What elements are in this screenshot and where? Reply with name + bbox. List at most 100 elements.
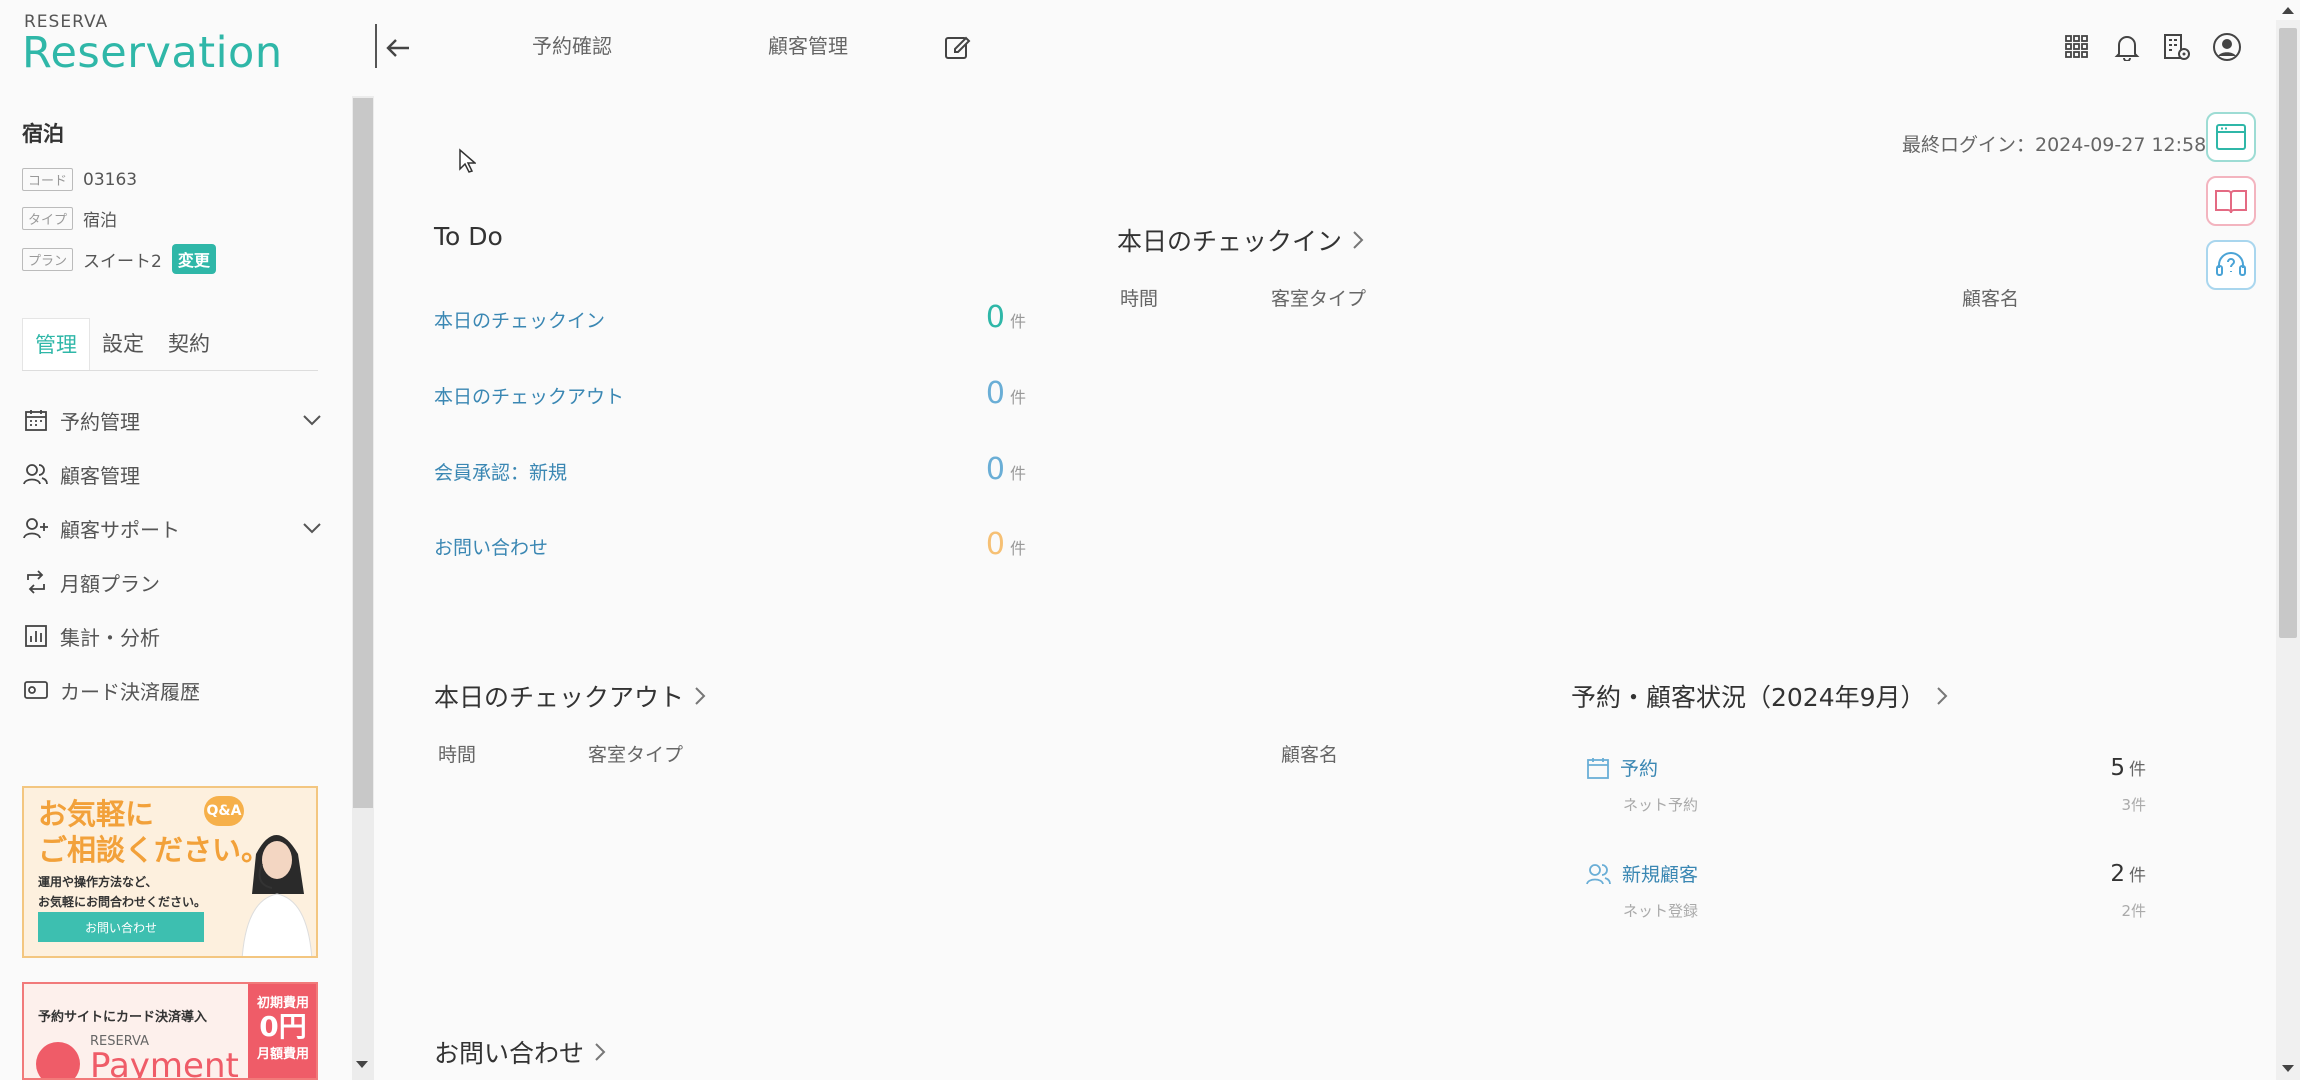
status-row-reservations[interactable]: 予約 5 件: [1586, 754, 2146, 781]
nav-customer-manage[interactable]: 顧客管理: [768, 30, 848, 59]
edit-icon: [945, 36, 971, 59]
sidebar-item-customer-support[interactable]: 顧客サポート: [22, 508, 322, 548]
status-label: 新規顧客: [1622, 864, 1699, 886]
bar-chart-icon: [22, 622, 50, 650]
checkin-col-customer-name: 顧客名: [1962, 288, 2020, 310]
notification-button[interactable]: [2110, 30, 2144, 64]
sidebar-item-reservation[interactable]: 予約管理: [22, 400, 322, 440]
status-sub-value: 3件: [2121, 796, 2146, 814]
sidebar-item-analytics[interactable]: 集計・分析: [22, 616, 322, 656]
facility-type-title: 宿泊: [22, 122, 64, 146]
status-value: 2: [2110, 860, 2125, 887]
grid-icon: [2065, 35, 2088, 58]
status-sub-label: ネット登録: [1623, 902, 1699, 920]
payment-banner[interactable]: 予約サイトにカード決済導入 RESERVA Payment 初期費用 0円 月額…: [22, 982, 318, 1080]
status-label: 予約: [1620, 758, 1659, 780]
edit-button[interactable]: [940, 30, 974, 64]
triangle-down-icon: [356, 1061, 368, 1068]
sidebar-scroll-down-button[interactable]: [354, 1058, 370, 1070]
checkout-col-customer-name: 顧客名: [1281, 744, 1339, 766]
checkout-section-link[interactable]: 本日のチェックアウト: [434, 678, 706, 714]
banner-contact-button[interactable]: お問い合わせ: [38, 912, 204, 942]
page-scroll-up-button[interactable]: [2280, 4, 2296, 16]
collapse-sidebar-button[interactable]: [380, 30, 416, 66]
page-scroll-down-button[interactable]: [2280, 1062, 2296, 1074]
todo-unit: 件: [1009, 539, 1026, 558]
tab-settings[interactable]: 設定: [90, 318, 156, 370]
card-icon: [22, 676, 50, 704]
todo-count: 0: [985, 300, 1005, 335]
tab-manage[interactable]: 管理: [22, 318, 90, 370]
brand-logo[interactable]: Reservation: [22, 28, 283, 78]
chevron-right-icon: [1353, 231, 1364, 249]
inquiry-section-title: お問い合わせ: [434, 1039, 585, 1068]
sidebar-item-customers[interactable]: 顧客管理: [22, 454, 322, 494]
apps-button[interactable]: [2060, 30, 2094, 64]
browser-window-icon: [2216, 124, 2246, 150]
initial-cost-value: 0円: [259, 1010, 307, 1043]
sidebar-item-label: カード決済履歴: [60, 679, 200, 704]
todo-title: To Do: [434, 222, 503, 251]
meta-plan: プラン スイート2 変更: [22, 244, 216, 274]
store-settings-button[interactable]: [2160, 30, 2194, 64]
meta-code: コード 03163: [22, 168, 137, 191]
contact-banner[interactable]: お気軽に ご相談ください。 Q&A 運用や操作方法など、 お気軽にお問合わせくだ…: [22, 786, 318, 958]
todo-unit: 件: [1009, 464, 1026, 483]
todo-row-inquiry[interactable]: お問い合わせ 0 件: [434, 527, 1026, 575]
todo-row-checkin[interactable]: 本日のチェックイン 0 件: [434, 300, 1026, 348]
manual-button[interactable]: [2206, 176, 2256, 226]
page-scrollbar-thumb[interactable]: [2279, 28, 2297, 638]
checkin-col-room-type: 客室タイプ: [1271, 288, 1367, 310]
sidebar-scrollbar-thumb[interactable]: [353, 98, 373, 808]
meta-tag-code: コード: [22, 168, 74, 191]
chevron-down-icon: [302, 414, 322, 426]
view-site-button[interactable]: [2206, 112, 2256, 162]
status-sub-value: 2件: [2121, 902, 2146, 920]
initial-cost-label: 初期費用: [256, 996, 309, 1011]
meta-type: タイプ 宿泊: [22, 206, 117, 231]
user-circle-icon: [2213, 33, 2241, 61]
todo-row-member-approval[interactable]: 会員承認：新規 0 件: [434, 452, 1026, 500]
inquiry-section-link[interactable]: お問い合わせ: [434, 1034, 606, 1070]
meta-value-code: 03163: [83, 169, 138, 190]
chevron-right-icon: [1936, 687, 1947, 705]
status-row-new-customers[interactable]: 新規顧客 2 件: [1586, 860, 2146, 887]
status-unit: 件: [2129, 760, 2146, 780]
sidebar-item-monthly-plan[interactable]: 月額プラン: [22, 562, 322, 602]
checkin-section-link[interactable]: 本日のチェックイン: [1117, 222, 1364, 258]
repeat-icon: [22, 568, 50, 596]
banner-description-line1: 運用や操作方法など、: [38, 875, 158, 889]
checkout-section-title: 本日のチェックアウト: [434, 683, 685, 712]
sidebar-item-label: 顧客サポート: [60, 517, 180, 542]
open-book-icon: [2215, 190, 2247, 214]
mouse-cursor-icon: [458, 148, 476, 174]
sidebar-item-label: 集計・分析: [60, 625, 160, 650]
calendar-icon: [22, 406, 50, 434]
building-settings-icon: [2164, 34, 2190, 60]
support-button[interactable]: [2206, 240, 2256, 290]
status-section-title: 予約・顧客状況（2024年9月）: [1571, 683, 1926, 712]
checkin-col-time: 時間: [1120, 288, 1159, 310]
last-login-text: 最終ログイン：2024-09-27 12:58: [1902, 134, 2207, 156]
status-section-link[interactable]: 予約・顧客状況（2024年9月）: [1571, 678, 1948, 714]
checkin-section-title: 本日のチェックイン: [1117, 227, 1343, 256]
meta-value-type: 宿泊: [83, 211, 118, 231]
status-unit: 件: [2129, 866, 2146, 886]
nav-reservation-check[interactable]: 予約確認: [532, 30, 612, 59]
payment-price-panel: 初期費用 0円 月額費用: [248, 984, 316, 1078]
user-plus-icon: [22, 514, 50, 542]
users-icon: [1586, 863, 1611, 884]
change-plan-button[interactable]: 変更: [171, 244, 216, 274]
tab-contract[interactable]: 契約: [156, 318, 222, 370]
payment-brand-name: Payment: [90, 1046, 239, 1080]
meta-tag-type: タイプ: [22, 207, 74, 230]
todo-label: 本日のチェックアウト: [434, 386, 625, 408]
status-subrow-net-registrations: ネット登録 2件: [1623, 900, 2146, 921]
sidebar-item-card-payment-history[interactable]: カード決済履歴: [22, 670, 322, 710]
account-button[interactable]: [2210, 30, 2244, 64]
payment-banner-text: 予約サイトにカード決済導入: [38, 1010, 208, 1025]
sidebar-item-label: 顧客管理: [60, 463, 140, 488]
status-subrow-net-reservations: ネット予約 3件: [1623, 794, 2146, 815]
sidebar-item-label: 月額プラン: [60, 571, 160, 596]
todo-row-checkout[interactable]: 本日のチェックアウト 0 件: [434, 376, 1026, 424]
